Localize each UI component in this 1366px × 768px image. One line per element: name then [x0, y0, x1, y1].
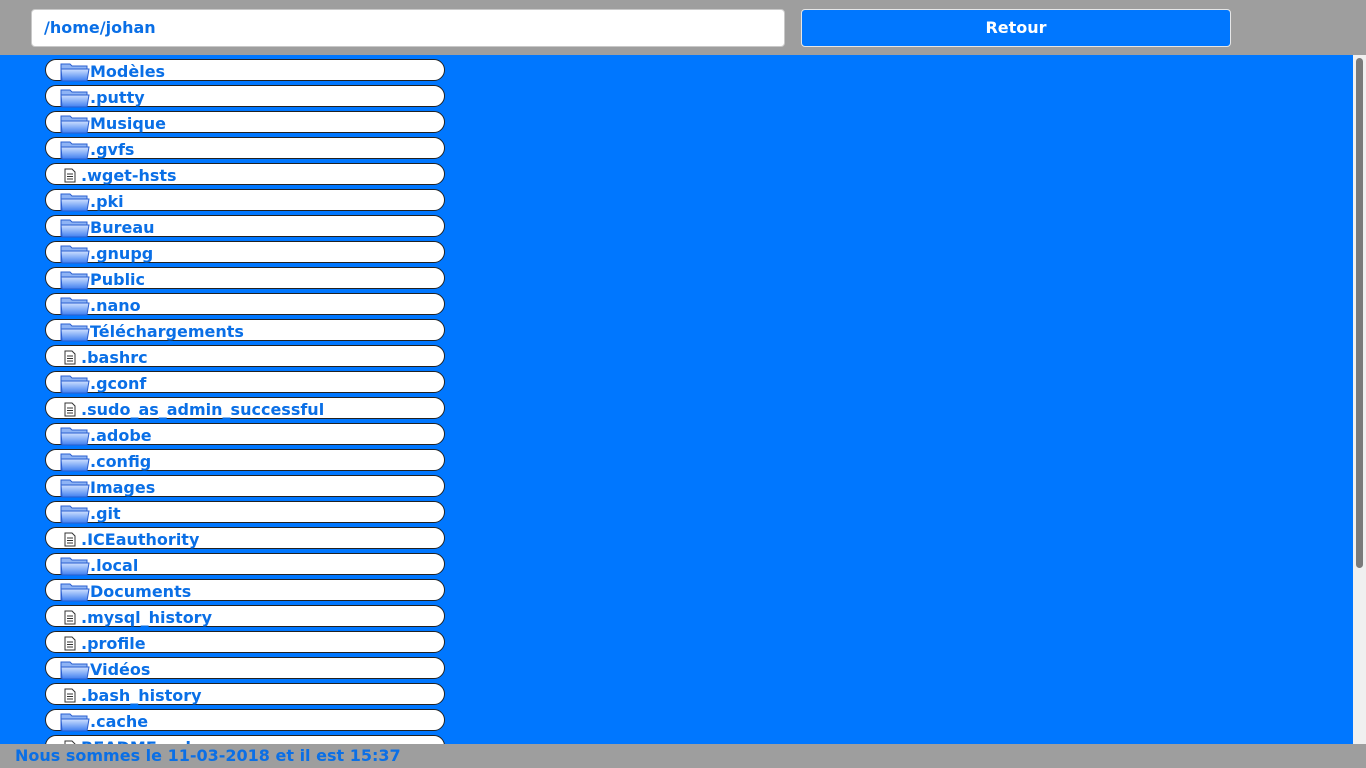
item-label: .git [90, 504, 121, 523]
folder-item[interactable]: .pki [45, 189, 445, 212]
folder-item[interactable]: Documents [45, 579, 445, 602]
scrollbar-thumb[interactable] [1356, 58, 1363, 568]
folder-icon [60, 503, 90, 524]
item-label: Images [90, 478, 156, 497]
folder-item[interactable]: .adobe [45, 423, 445, 446]
item-label: .ICEauthority [81, 530, 200, 549]
scrollbar[interactable] [1353, 55, 1366, 744]
folder-icon [60, 555, 90, 576]
folder-item[interactable]: Téléchargements [45, 319, 445, 342]
folder-icon [60, 581, 90, 602]
folder-item[interactable]: Images [45, 475, 445, 498]
file-item[interactable]: .sudo_as_admin_successful [45, 397, 445, 419]
file-icon [64, 636, 76, 651]
folder-icon [60, 425, 90, 446]
file-item[interactable]: .profile [45, 631, 445, 653]
folder-icon [60, 217, 90, 238]
item-label: .local [90, 556, 139, 575]
folder-icon [60, 191, 90, 212]
item-label: .cache [90, 712, 149, 731]
item-label: .bashrc [81, 348, 148, 367]
item-label: Téléchargements [90, 322, 244, 341]
folder-item[interactable]: .gnupg [45, 241, 445, 264]
item-label: Vidéos [90, 660, 151, 679]
folder-item[interactable]: .git [45, 501, 445, 524]
item-label: .gvfs [90, 140, 135, 159]
file-icon [64, 688, 76, 703]
folder-item[interactable]: .gconf [45, 371, 445, 394]
folder-item[interactable]: .nano [45, 293, 445, 316]
top-bar: /home/johan Retour [0, 0, 1366, 55]
item-label: README.md [81, 737, 191, 744]
file-item[interactable]: .mysql_history [45, 605, 445, 627]
file-icon [64, 610, 76, 625]
folder-icon [60, 373, 90, 394]
folder-icon [60, 61, 90, 82]
file-item[interactable]: .wget-hsts [45, 163, 445, 185]
item-label: Documents [90, 582, 192, 601]
file-icon [64, 350, 76, 365]
item-label: .profile [81, 634, 146, 653]
folder-icon [60, 243, 90, 264]
item-label: .sudo_as_admin_successful [81, 400, 325, 419]
folder-item[interactable]: Bureau [45, 215, 445, 238]
file-icon [64, 402, 76, 417]
item-label: .mysql_history [81, 608, 212, 627]
folder-item[interactable]: Modèles [45, 59, 445, 82]
folder-icon [60, 451, 90, 472]
item-label: .wget-hsts [81, 166, 177, 185]
file-item[interactable]: README.md [45, 735, 445, 744]
item-label: .adobe [90, 426, 152, 445]
path-input[interactable]: /home/johan [31, 9, 785, 47]
folder-item[interactable]: Vidéos [45, 657, 445, 680]
folder-icon [60, 295, 90, 316]
item-label: .bash_history [81, 686, 202, 705]
file-icon [64, 168, 76, 183]
file-item[interactable]: .ICEauthority [45, 527, 445, 549]
folder-icon [60, 139, 90, 160]
item-label: Bureau [90, 218, 155, 237]
folder-icon [60, 659, 90, 680]
item-label: Musique [90, 114, 167, 133]
folder-icon [60, 113, 90, 134]
item-label: .putty [90, 88, 145, 107]
file-item[interactable]: .bashrc [45, 345, 445, 367]
folder-icon [60, 711, 90, 732]
item-label: .gconf [90, 374, 147, 393]
folder-icon [60, 87, 90, 108]
folder-item[interactable]: .local [45, 553, 445, 576]
item-label: .config [90, 452, 152, 471]
item-label: .gnupg [90, 244, 154, 263]
folder-item[interactable]: .gvfs [45, 137, 445, 160]
back-button[interactable]: Retour [801, 9, 1231, 47]
folder-icon [60, 477, 90, 498]
folder-item[interactable]: Public [45, 267, 445, 290]
folder-item[interactable]: Musique [45, 111, 445, 134]
item-label: Modèles [90, 62, 166, 81]
file-icon [64, 532, 76, 547]
item-label: .nano [90, 296, 141, 315]
folder-item[interactable]: .cache [45, 709, 445, 732]
item-label: Public [90, 270, 146, 289]
folder-item[interactable]: .config [45, 449, 445, 472]
folder-icon [60, 269, 90, 290]
file-list: Modèles .putty Musique .gvfs .wget-hsts .pki B… [0, 55, 1353, 744]
file-item[interactable]: .bash_history [45, 683, 445, 705]
status-bar: Nous sommes le 11-03-2018 et il est 15:3… [0, 744, 1366, 768]
item-label: .pki [90, 192, 124, 211]
folder-item[interactable]: .putty [45, 85, 445, 108]
folder-icon [60, 321, 90, 342]
status-text: Nous sommes le 11-03-2018 et il est 15:3… [15, 746, 401, 765]
